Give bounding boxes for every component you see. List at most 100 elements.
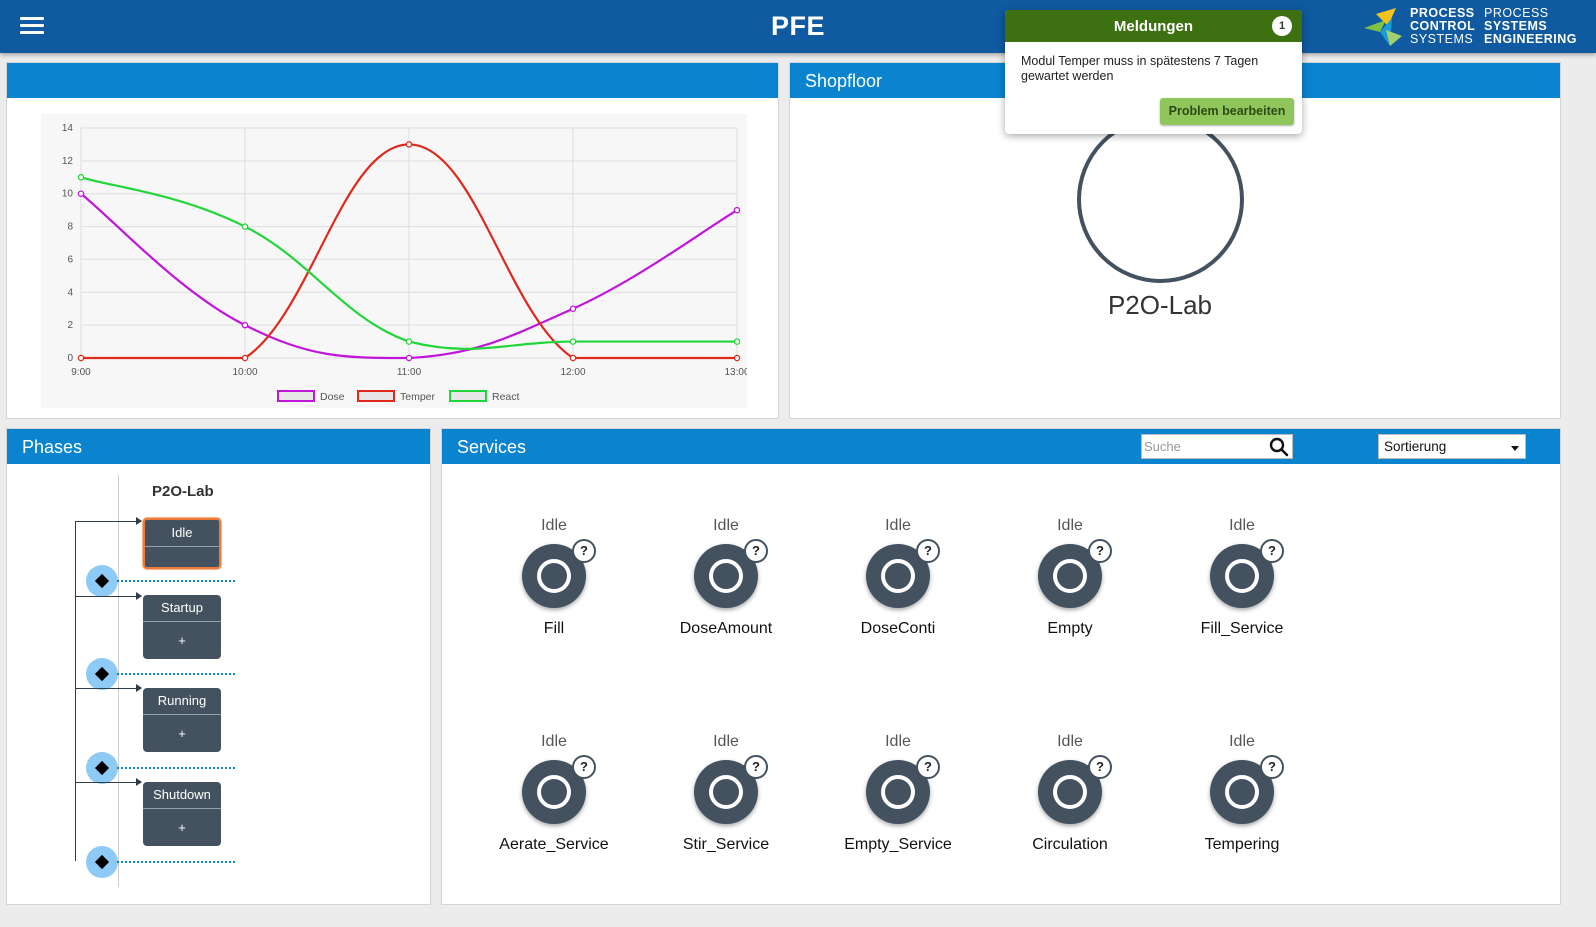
phases-panel: Phases P2O-Lab Idle Startup + Running + … bbox=[6, 428, 431, 905]
help-icon[interactable]: ? bbox=[1260, 755, 1284, 779]
service-state: Idle bbox=[713, 733, 739, 750]
legend-label: Dose bbox=[320, 391, 345, 403]
x-tick-label: 10:00 bbox=[232, 367, 257, 378]
phases-title: Phases bbox=[7, 429, 430, 464]
service-dial[interactable]: ? bbox=[866, 755, 940, 824]
help-icon[interactable]: ? bbox=[916, 539, 940, 563]
logo-icon bbox=[1364, 8, 1402, 46]
help-icon[interactable]: ? bbox=[1260, 539, 1284, 563]
service-item: Idle ? Fill bbox=[469, 517, 639, 638]
line-chart: 0 2 4 6 8 10 12 14 9:00 10:00 11:00 12:00 13:00 Dose T… bbox=[41, 114, 747, 408]
phase-plus bbox=[145, 547, 219, 567]
transition-node[interactable] bbox=[86, 846, 118, 878]
service-name: Fill bbox=[543, 620, 565, 637]
service-name: Fill_Service bbox=[1200, 620, 1284, 637]
service-ring-icon bbox=[1053, 559, 1087, 593]
service-dial[interactable]: ? bbox=[694, 755, 768, 824]
phase-card-startup[interactable]: Startup + bbox=[143, 595, 221, 659]
edit-problem-button[interactable]: Problem bearbeiten bbox=[1160, 98, 1294, 125]
data-point bbox=[405, 354, 413, 362]
search-input[interactable]: Suche bbox=[1141, 434, 1293, 459]
phase-add-button[interactable]: + bbox=[143, 715, 221, 752]
help-icon[interactable]: ? bbox=[572, 755, 596, 779]
y-tick-label: 10 bbox=[62, 189, 74, 200]
y-tick-label: 12 bbox=[62, 156, 74, 167]
data-point bbox=[241, 223, 249, 230]
help-icon[interactable]: ? bbox=[744, 539, 768, 563]
data-point bbox=[733, 206, 741, 214]
service-item: Idle ? Fill_Service bbox=[1157, 517, 1327, 638]
service-dial[interactable]: ? bbox=[522, 755, 596, 824]
help-icon[interactable]: ? bbox=[1088, 755, 1112, 779]
search-placeholder: Suche bbox=[1144, 439, 1181, 454]
service-dial[interactable]: ? bbox=[1210, 755, 1284, 824]
logo-text-left: PROCESS CONTROL SYSTEMS bbox=[1410, 6, 1476, 46]
chevron-down-icon bbox=[1511, 446, 1519, 451]
legend-swatch bbox=[449, 390, 487, 402]
transition-node[interactable] bbox=[86, 658, 118, 690]
service-state: Idle bbox=[885, 733, 911, 750]
service-item: Idle ? DoseConti bbox=[813, 517, 983, 638]
service-dial[interactable]: ? bbox=[522, 539, 596, 608]
service-dial[interactable]: ? bbox=[694, 539, 768, 608]
service-ring-icon bbox=[709, 559, 743, 593]
notification-header: Meldungen 1 bbox=[1005, 10, 1302, 42]
phase-add-button[interactable]: + bbox=[143, 809, 221, 846]
phase-card-idle[interactable]: Idle bbox=[143, 518, 221, 569]
service-dial[interactable]: ? bbox=[1210, 539, 1284, 608]
y-tick-label: 4 bbox=[67, 287, 73, 298]
chart-panel-header bbox=[7, 63, 778, 98]
diamond-icon bbox=[94, 760, 110, 776]
notification-title: Meldungen bbox=[1113, 18, 1194, 35]
y-tick-label: 0 bbox=[67, 353, 73, 364]
legend-swatch bbox=[277, 390, 315, 402]
phase-arrow bbox=[75, 517, 142, 525]
service-ring-icon bbox=[881, 775, 915, 809]
diamond-icon bbox=[94, 666, 110, 682]
search-icon[interactable] bbox=[1269, 437, 1289, 457]
legend-label: React bbox=[492, 391, 520, 403]
phase-card-shutdown[interactable]: Shutdown + bbox=[143, 782, 221, 846]
data-point bbox=[241, 321, 249, 329]
data-point bbox=[77, 174, 85, 181]
notification-count-badge: 1 bbox=[1272, 16, 1292, 36]
help-icon[interactable]: ? bbox=[744, 755, 768, 779]
service-name: Tempering bbox=[1204, 836, 1280, 853]
y-tick-label: 14 bbox=[62, 123, 74, 134]
x-tick-label: 11:00 bbox=[397, 367, 422, 378]
service-item: Idle ? Empty_Service bbox=[813, 733, 983, 854]
help-icon[interactable]: ? bbox=[572, 539, 596, 563]
lab-circle[interactable] bbox=[1077, 116, 1244, 283]
data-point bbox=[77, 190, 85, 197]
service-ring-icon bbox=[881, 559, 915, 593]
service-state: Idle bbox=[713, 517, 739, 534]
data-point bbox=[569, 354, 577, 362]
phase-name: Idle bbox=[145, 520, 219, 547]
service-state: Idle bbox=[1229, 517, 1255, 534]
chart-svg: 0 2 4 6 8 10 12 14 9:00 10:00 11:00 12:00 13:00 Dose T… bbox=[62, 123, 747, 403]
service-name: DoseConti bbox=[860, 620, 936, 637]
service-item: Idle ? Stir_Service bbox=[641, 733, 811, 854]
legend-label: Temper bbox=[400, 391, 436, 403]
service-ring-icon bbox=[1225, 775, 1259, 809]
phase-arrow bbox=[75, 778, 142, 786]
phase-add-button[interactable]: + bbox=[143, 622, 221, 659]
sort-select[interactable]: Sortierung bbox=[1378, 434, 1526, 459]
transition-dotted-line bbox=[117, 861, 235, 863]
phase-card-running[interactable]: Running + bbox=[143, 688, 221, 752]
y-tick-label: 6 bbox=[67, 254, 73, 265]
service-item: Idle ? Tempering bbox=[1157, 733, 1327, 854]
service-state: Idle bbox=[885, 517, 911, 534]
help-icon[interactable]: ? bbox=[1088, 539, 1112, 563]
x-tick-label: 9:00 bbox=[71, 367, 91, 378]
phase-name: Running bbox=[143, 688, 221, 715]
service-dial[interactable]: ? bbox=[866, 539, 940, 608]
service-dial[interactable]: ? bbox=[1038, 755, 1112, 824]
transition-node[interactable] bbox=[86, 752, 118, 784]
service-dial[interactable]: ? bbox=[1038, 539, 1112, 608]
sort-label: Sortierung bbox=[1384, 439, 1447, 454]
help-icon[interactable]: ? bbox=[916, 755, 940, 779]
diamond-icon bbox=[94, 573, 110, 589]
data-point bbox=[733, 354, 741, 362]
transition-node[interactable] bbox=[86, 565, 118, 597]
